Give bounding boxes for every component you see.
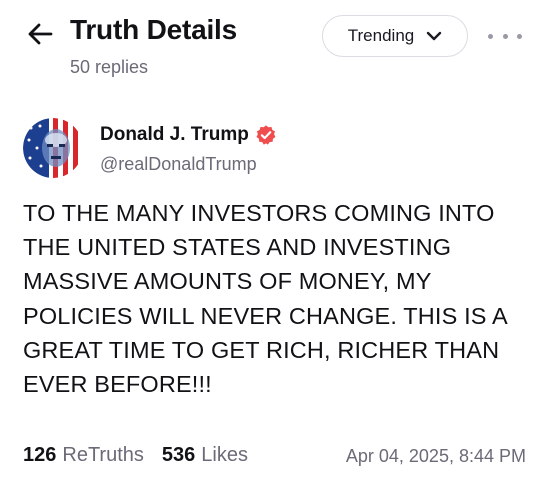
- avatar[interactable]: [23, 118, 83, 178]
- author-name[interactable]: Donald J. Trump: [100, 124, 249, 146]
- chevron-down-icon: [427, 31, 442, 41]
- reply-count: 50 replies: [70, 57, 149, 77]
- avatar-image: [23, 118, 83, 178]
- likes-count[interactable]: 536: [162, 444, 195, 467]
- post-stats: 126 ReTruths 536 Likes: [23, 444, 248, 467]
- verified-badge-icon: [256, 125, 276, 145]
- sort-label: Trending: [347, 26, 415, 45]
- top-bar: Truth Details 50 replies Trending: [0, 0, 550, 96]
- post-text: TO THE MANY INVESTORS COMING INTO THE UN…: [23, 200, 507, 398]
- sort-dropdown[interactable]: Trending: [322, 15, 468, 57]
- arrow-left-icon: [28, 23, 53, 45]
- post-timestamp: Apr 04, 2025, 8:44 PM: [345, 446, 526, 466]
- more-horizontal-icon: [488, 33, 493, 39]
- likes-label[interactable]: Likes: [201, 444, 248, 467]
- author-row: Donald J. Trump: [100, 124, 277, 146]
- more-options-button[interactable]: [488, 30, 522, 42]
- author-handle[interactable]: @realDonaldTrump: [100, 154, 257, 175]
- retruths-count[interactable]: 126: [23, 444, 56, 467]
- back-button[interactable]: [26, 20, 54, 48]
- retruths-label[interactable]: ReTruths: [62, 444, 144, 467]
- page-title: Truth Details: [70, 14, 237, 45]
